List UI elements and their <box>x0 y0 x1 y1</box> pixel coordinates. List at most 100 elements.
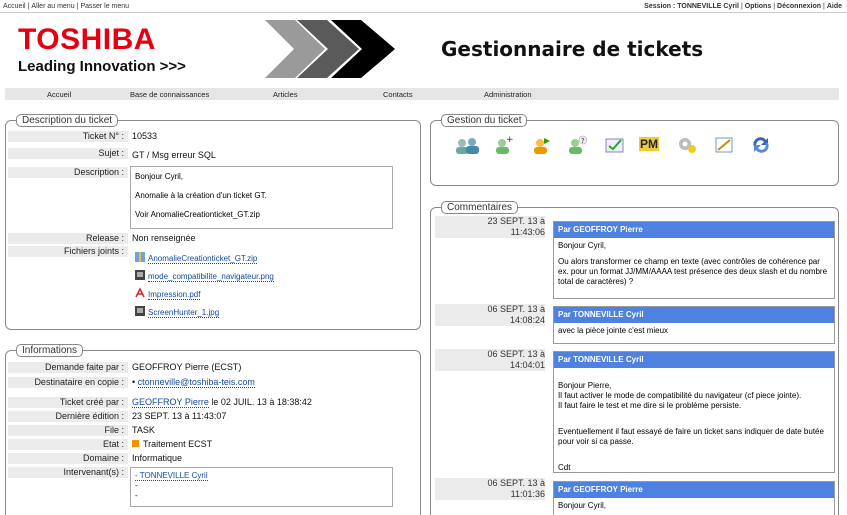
comment-date: 06 SEPT. 13 à 14:08:24 <box>435 304 545 326</box>
chevrons-graphic <box>265 20 395 78</box>
creator-link[interactable]: GEOFFROY Pierre <box>132 397 209 408</box>
description-line: Anomalie à la création d'un ticket GT. <box>135 191 267 200</box>
attachment-item: mode_compatibilite_navigateur.png <box>134 269 274 282</box>
actor-link[interactable]: - TONNEVILLE Cyril <box>135 471 208 481</box>
attachment-item: AnomalieCreationticket_GT.zip <box>134 251 258 264</box>
description-line: Bonjour Cyril, <box>135 172 184 181</box>
informations-panel: Informations Demande faite par : GEOFFROY… <box>5 344 421 515</box>
comment-card: Par TONNEVILLE Cyril avec la pièce joint… <box>553 306 835 344</box>
last-edit-label: Dernière édition : <box>8 411 128 422</box>
ticket-number-label: Ticket N° : <box>8 131 128 142</box>
menu-item-contacts[interactable]: Contacts <box>383 90 413 99</box>
main-menu: Accueil Base de connaissances Articles C… <box>5 88 839 100</box>
files-label: Fichiers joints : <box>8 246 128 257</box>
skip-links: Accueil | Aller au menu | Passer le menu <box>3 3 130 10</box>
check-mail-icon[interactable] <box>603 135 627 155</box>
created-by-value: GEOFFROY Pierre le 02 JUIL. 13 à 18:38:4… <box>132 397 312 408</box>
state-square-icon <box>132 440 139 447</box>
disconnect-link[interactable]: Déconnexion <box>777 3 821 10</box>
comment-date: 06 SEPT. 13 à 14:04:01 <box>435 349 545 371</box>
cc-email-link[interactable]: ctonneville@toshiba-teis.com <box>137 377 255 388</box>
panel-legend: Informations <box>16 344 84 357</box>
state-label: Etat : <box>8 439 128 450</box>
home-link[interactable]: Accueil <box>3 3 26 10</box>
actor-empty: - <box>135 481 138 490</box>
settings-icon[interactable] <box>675 135 699 155</box>
comments-panel: Commentaires 23 SEPT. 13 à 11:43:06 Par G… <box>430 201 839 515</box>
image-file-icon <box>135 306 145 316</box>
options-link[interactable]: Options <box>745 3 771 10</box>
menu-item-home[interactable]: Accueil <box>47 90 71 99</box>
comment-card: Par GEOFFROY Pierre Bonjour Cyril, Ou al… <box>553 221 835 299</box>
pm-label: PM <box>639 137 659 151</box>
transfer-user-icon[interactable] <box>529 135 553 155</box>
panel-legend: Description du ticket <box>16 114 119 127</box>
description-label: Description : <box>8 167 128 178</box>
created-date: le 02 JUIL. 13 à 18:38:42 <box>208 397 312 407</box>
page-title: Gestionnaire de tickets <box>441 37 704 61</box>
release-label: Release : <box>8 233 128 244</box>
refresh-icon[interactable] <box>749 135 773 155</box>
ticket-description-panel: Description du ticket Ticket N° : 10533 S… <box>5 114 421 330</box>
panel-legend: Commentaires <box>441 201 519 214</box>
attachment-link[interactable]: mode_compatibilite_navigateur.png <box>148 272 274 282</box>
help-link[interactable]: Aide <box>827 3 842 10</box>
comment-author: Par TONNEVILLE Cyril <box>554 352 834 368</box>
edit-icon[interactable] <box>713 135 737 155</box>
attachment-link[interactable]: ScreenHunter_1.jpg <box>148 308 220 318</box>
menu-item-knowledge-base[interactable]: Base de connaissances <box>130 90 209 99</box>
comment-date: 06 SEPT. 13 à 11:01:36 <box>435 478 545 500</box>
requested-by-label: Demande faite par : <box>8 362 128 373</box>
top-bar: Accueil | Aller au menu | Passer le menu Ses… <box>0 0 847 13</box>
pm-icon[interactable]: PM <box>639 137 663 157</box>
comment-body: Bonjour Cyril, <box>558 501 607 510</box>
menu-item-articles[interactable]: Articles <box>273 90 298 99</box>
session-user: Session : TONNEVILLE Cyril <box>644 3 739 10</box>
pdf-file-icon <box>135 287 145 298</box>
domain-value: Informatique <box>132 453 183 463</box>
attachment-item: ScreenHunter_1.jpg <box>134 305 220 318</box>
comment-author: Par TONNEVILLE Cyril <box>554 307 834 323</box>
comment-author: Par GEOFFROY Pierre <box>554 222 834 238</box>
ticket-management-panel: Gestion du ticket + ? PM <box>430 114 839 186</box>
comment-body: avec la pièce jointe c'est mieux <box>558 326 669 335</box>
comment-author: Par GEOFFROY Pierre <box>554 482 834 498</box>
requested-by-value: GEOFFROY Pierre (ECST) <box>132 362 242 372</box>
description-text: Bonjour Cyril, Anomalie à la création d'… <box>130 166 393 229</box>
last-edit-value: 23 SEPT. 13 à 11:43:07 <box>132 411 227 421</box>
state-value: Traitement ECST <box>132 439 212 450</box>
ticket-subject: GT / Msg erreur SQL <box>132 150 216 160</box>
brand-tagline: Leading Innovation >>> <box>18 58 186 75</box>
created-by-label: Ticket créé par : <box>8 397 128 408</box>
panel-legend: Gestion du ticket <box>441 114 528 127</box>
add-user-icon[interactable]: + <box>491 135 515 155</box>
comment-body: Bonjour Cyril, Ou alors transformer ce c… <box>558 241 828 286</box>
attachment-link[interactable]: AnomalieCreationticket_GT.zip <box>148 254 258 264</box>
queue-value: TASK <box>132 425 155 435</box>
zip-file-icon <box>135 252 145 262</box>
session-links: Session : TONNEVILLE Cyril | Options | Décon… <box>644 3 842 10</box>
brand-name: TOSHIBA <box>18 23 156 56</box>
subject-label: Sujet : <box>8 148 128 159</box>
comment-body: Bonjour Pierre, Il faut activer le mode … <box>558 381 824 472</box>
queue-label: File : <box>8 425 128 436</box>
actors-list: - TONNEVILLE Cyril - - <box>130 467 393 507</box>
comment-card: Par GEOFFROY Pierre Bonjour Cyril, <box>553 481 835 515</box>
ticket-number: 10533 <box>132 131 158 141</box>
comment-date: 23 SEPT. 13 à 11:43:06 <box>435 216 545 238</box>
cc-value: • ctonneville@toshiba-teis.com <box>132 377 255 388</box>
menu-item-administration[interactable]: Administration <box>484 90 532 99</box>
add-users-icon[interactable] <box>453 135 483 155</box>
skip-menu-link[interactable]: Passer le menu <box>80 3 129 10</box>
question-user-icon[interactable]: ? <box>565 135 589 155</box>
svg-text:+: + <box>506 135 514 145</box>
toshiba-logo: TOSHIBA Leading Innovation >>> <box>18 23 186 76</box>
cc-label: Destinataire en copie : <box>8 377 128 388</box>
svg-text:?: ? <box>581 137 585 145</box>
actors-label: Intervenant(s) : <box>8 467 128 478</box>
description-line: Voir AnomalieCreationticket_GT.zip <box>135 210 260 219</box>
attachment-link[interactable]: Impression.pdf <box>148 290 201 300</box>
go-to-menu-link[interactable]: Aller au menu <box>31 3 74 10</box>
attachment-item: Impression.pdf <box>134 287 201 300</box>
actor-empty: - <box>135 491 138 500</box>
